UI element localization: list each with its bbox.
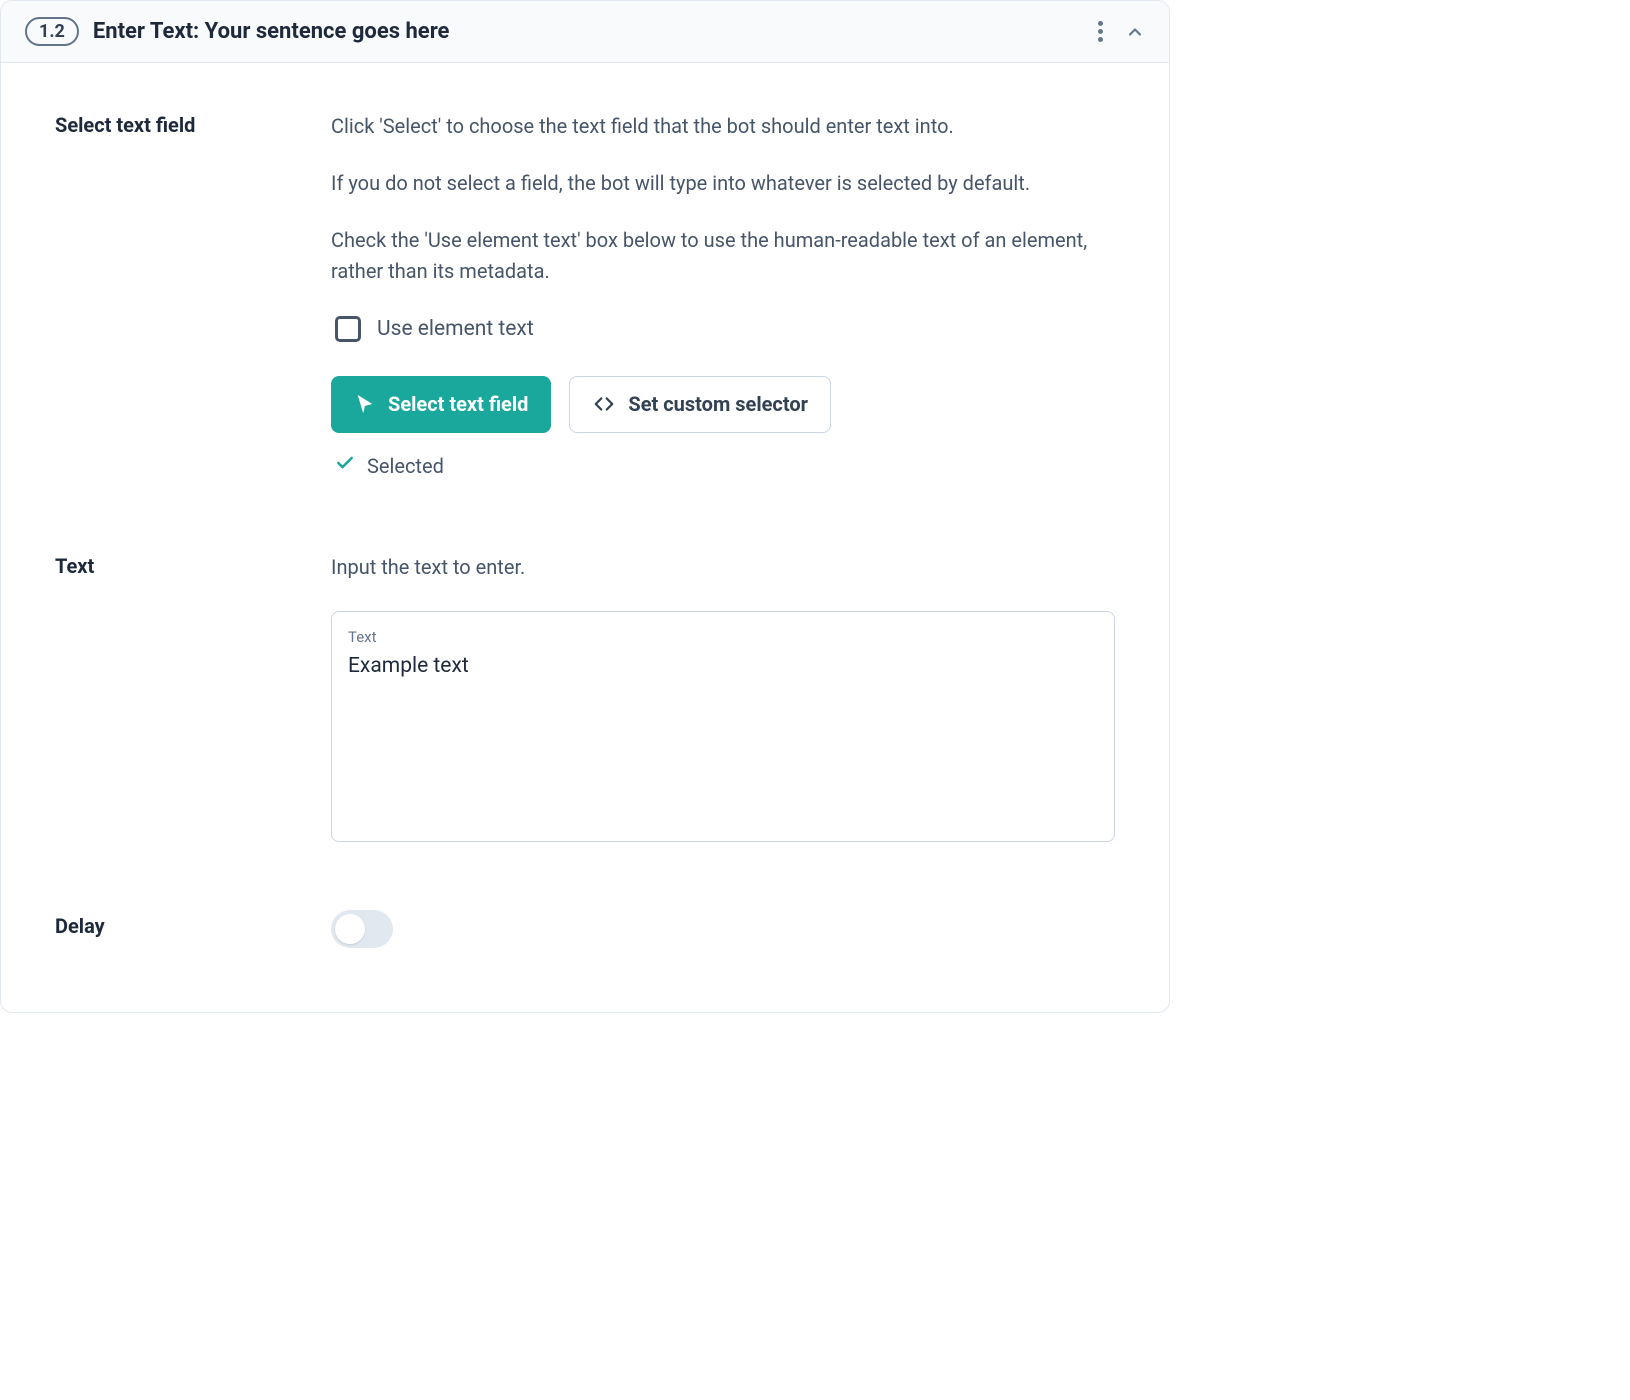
row-delay: Delay: [55, 912, 1115, 948]
row-text: Text Input the text to enter. Text: [55, 552, 1115, 842]
selected-status-text: Selected: [367, 451, 444, 482]
code-icon: [592, 393, 616, 415]
card-title: Enter Text: Your sentence goes here: [93, 19, 450, 44]
text-input-float-label: Text: [348, 626, 1098, 649]
check-icon: [335, 451, 355, 482]
card-header-right: [1098, 21, 1145, 42]
delay-toggle-knob: [335, 914, 365, 944]
step-badge: 1.2: [25, 17, 79, 46]
button-row: Select text field Set custom selector: [331, 376, 1115, 433]
step-card: 1.2 Enter Text: Your sentence goes here …: [0, 0, 1170, 1013]
text-input-container[interactable]: Text: [331, 611, 1115, 842]
card-header-left: 1.2 Enter Text: Your sentence goes here: [25, 17, 449, 46]
selected-status: Selected: [331, 451, 1115, 482]
help-text-input: Input the text to enter.: [331, 552, 1115, 583]
text-input[interactable]: [348, 653, 1098, 818]
content-delay: [331, 912, 1115, 948]
row-select-text-field: Select text field Click 'Select' to choo…: [55, 111, 1115, 482]
cursor-icon: [354, 393, 376, 415]
select-text-field-button-label: Select text field: [388, 389, 528, 420]
checkbox-label-use-element-text: Use element text: [377, 313, 534, 346]
kebab-menu-icon[interactable]: [1098, 21, 1103, 42]
label-select-text-field: Select text field: [55, 111, 331, 137]
help-text-1: Click 'Select' to choose the text field …: [331, 111, 1115, 142]
checkbox-use-element-text[interactable]: [335, 316, 361, 342]
select-text-field-button[interactable]: Select text field: [331, 376, 551, 433]
card-header: 1.2 Enter Text: Your sentence goes here: [1, 1, 1169, 63]
collapse-icon[interactable]: [1125, 22, 1145, 42]
set-custom-selector-button-label: Set custom selector: [628, 389, 808, 420]
card-body: Select text field Click 'Select' to choo…: [1, 63, 1169, 1012]
delay-toggle[interactable]: [331, 910, 393, 948]
label-delay: Delay: [55, 912, 331, 938]
checkbox-row-use-element-text: Use element text: [335, 313, 1115, 346]
content-text: Input the text to enter. Text: [331, 552, 1115, 842]
content-select-text-field: Click 'Select' to choose the text field …: [331, 111, 1115, 482]
set-custom-selector-button[interactable]: Set custom selector: [569, 376, 831, 433]
label-text: Text: [55, 552, 331, 578]
help-text-3: Check the 'Use element text' box below t…: [331, 225, 1115, 287]
help-text-2: If you do not select a field, the bot wi…: [331, 168, 1115, 199]
